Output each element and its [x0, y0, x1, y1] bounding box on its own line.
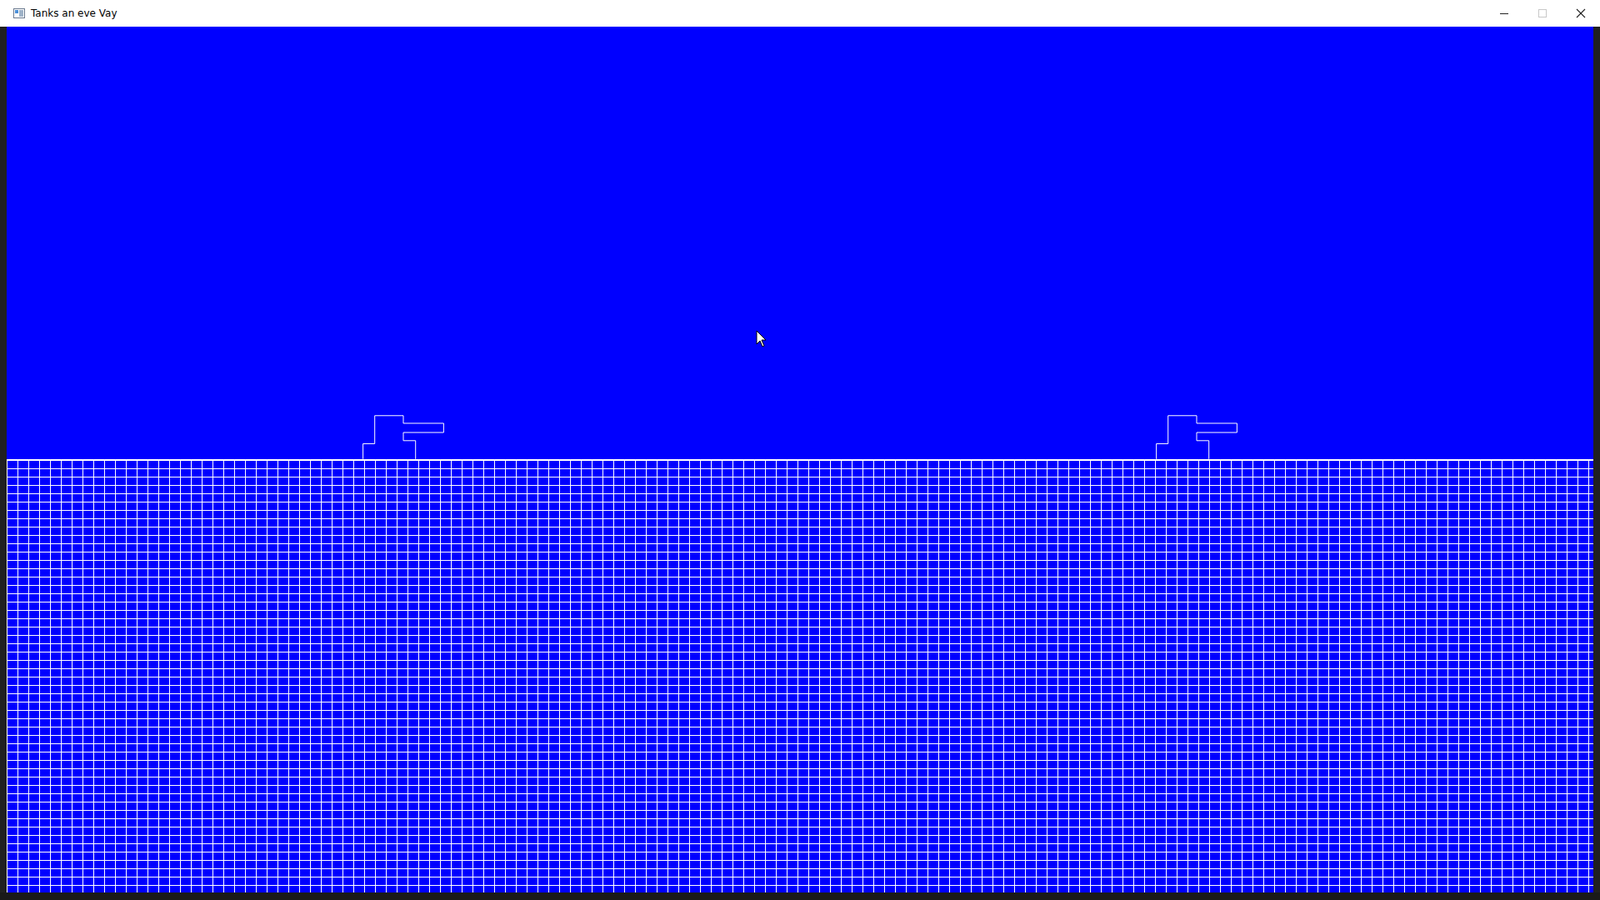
close-button[interactable]: [1561, 0, 1600, 27]
window-title: Tanks an eve Vay: [30, 7, 118, 20]
maximize-button: [1523, 0, 1562, 27]
close-icon: [1575, 8, 1586, 19]
game-canvas[interactable]: [6, 26, 1594, 893]
minimize-button[interactable]: [1485, 0, 1524, 27]
tank-icon: [1155, 415, 1238, 460]
sky: [6, 26, 1594, 460]
left-edge: [0, 26, 7, 893]
app-icon: [13, 7, 25, 20]
ground-grid: [6, 459, 1594, 893]
taskbar: [0, 892, 1600, 900]
maximize-icon: [1537, 8, 1548, 19]
tank-icon: [362, 415, 445, 460]
title-bar[interactable]: Tanks an eve Vay: [0, 0, 1600, 27]
screen: Tanks an eve Vay: [0, 0, 1600, 900]
minimize-icon: [1499, 8, 1510, 19]
right-edge: [1593, 26, 1600, 893]
cursor-icon: [755, 330, 768, 349]
